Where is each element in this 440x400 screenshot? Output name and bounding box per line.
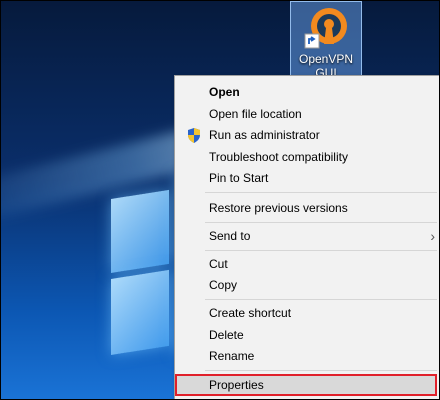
menu-item-copy[interactable]: Copy <box>177 275 437 295</box>
menu-item-label: Send to <box>209 229 251 243</box>
menu-item-label: Rename <box>209 349 255 363</box>
menu-item-open-file-location[interactable]: Open file location <box>177 104 437 124</box>
menu-item-label: Troubleshoot compatibility <box>209 150 348 164</box>
menu-item-label: Delete <box>209 328 244 342</box>
menu-separator <box>205 250 437 251</box>
menu-item-properties[interactable]: Properties <box>177 375 437 395</box>
logo-pane <box>111 189 169 273</box>
menu-item-cut[interactable]: Cut <box>177 254 437 274</box>
menu-separator <box>205 222 437 223</box>
menu-item-troubleshoot-compatibility[interactable]: Troubleshoot compatibility <box>177 147 437 167</box>
menu-separator <box>205 192 437 193</box>
menu-item-label: Cut <box>209 257 228 271</box>
desktop-icon-openvpn[interactable]: OpenVPN GUI <box>290 1 362 80</box>
chevron-right-icon: › <box>430 228 435 244</box>
menu-item-label: Open file location <box>209 107 302 121</box>
logo-pane <box>111 269 169 355</box>
menu-item-label: Create shortcut <box>209 306 292 320</box>
menu-item-label: Properties <box>209 378 264 392</box>
menu-item-delete[interactable]: Delete <box>177 325 437 345</box>
menu-separator <box>205 299 437 300</box>
menu-item-rename[interactable]: Rename <box>177 346 437 366</box>
openvpn-icon <box>304 8 347 49</box>
menu-item-label: Open <box>209 85 240 99</box>
screenshot-frame: OpenVPN GUI Open Open file location Run … <box>0 0 440 400</box>
menu-item-label: Copy <box>209 278 238 292</box>
menu-item-send-to[interactable]: Send to › <box>177 226 437 246</box>
menu-item-label: Run as administrator <box>209 128 320 142</box>
menu-item-create-shortcut[interactable]: Create shortcut <box>177 303 437 323</box>
menu-item-pin-to-start[interactable]: Pin to Start <box>177 168 437 188</box>
menu-item-label: Restore previous versions <box>209 201 348 215</box>
menu-item-restore-previous-versions[interactable]: Restore previous versions <box>177 198 437 218</box>
menu-item-label: Pin to Start <box>209 171 269 185</box>
menu-item-run-as-administrator[interactable]: Run as administrator <box>177 125 437 145</box>
uac-shield-icon <box>188 128 200 143</box>
menu-item-open[interactable]: Open <box>177 82 437 102</box>
context-menu: Open Open file location Run as administr… <box>174 75 439 399</box>
menu-separator <box>205 370 437 371</box>
